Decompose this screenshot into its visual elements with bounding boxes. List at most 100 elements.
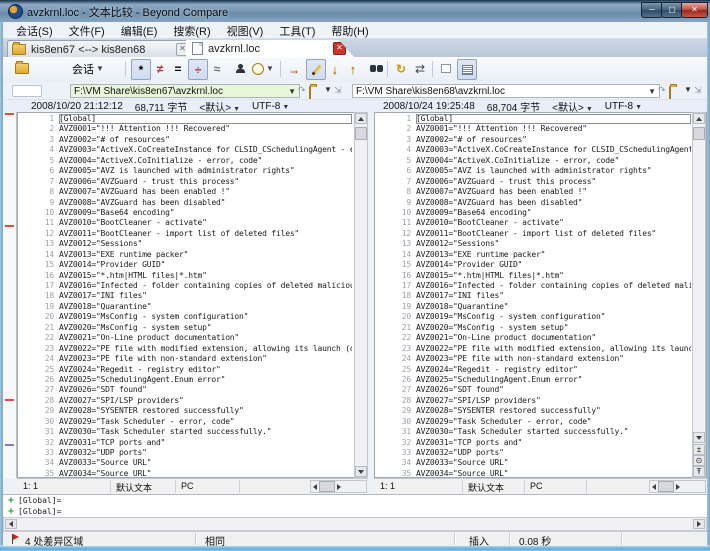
left-path-input[interactable]: F:\VM Share\kis8en67\avzkrnl.loc ▼ <box>70 84 300 98</box>
show-context-button[interactable]: ÷ <box>188 59 208 80</box>
tab-session-overview[interactable]: kis8en67 <--> kis8en68 ✕ <box>7 40 194 58</box>
left-horizontal-scrollbar[interactable] <box>310 480 367 493</box>
edit-mode-button[interactable] <box>306 59 326 80</box>
scrollbar-thumb[interactable] <box>658 481 674 492</box>
menu-item[interactable]: 会话(S) <box>9 22 60 40</box>
code-line[interactable]: 19AVZ0018="Quarantine" <box>18 302 352 312</box>
code-line[interactable]: 8AVZ0007="AVZGuard has been enabled !" <box>18 187 352 197</box>
scrollbar-thumb[interactable] <box>693 127 705 140</box>
details-horizontal-scrollbar[interactable] <box>3 517 707 531</box>
menu-item[interactable]: 帮助(H) <box>324 22 375 40</box>
menu-item[interactable]: 工具(T) <box>272 22 322 40</box>
diff-mark[interactable] <box>5 399 14 401</box>
code-line[interactable]: 27AVZ0026="SDT found" <box>18 385 352 395</box>
code-line[interactable]: 12AVZ0011="BootCleaner - import list of … <box>375 229 691 239</box>
session-menu-button[interactable]: 会话▼ <box>59 59 117 78</box>
code-line[interactable]: 30AVZ0029="Task Scheduler - error, code" <box>375 417 691 427</box>
show-differences-button[interactable]: ≠ <box>152 59 168 78</box>
left-editor-pane[interactable]: 1[Global]2AVZ0001="!!! Attention !!! Rec… <box>17 112 368 478</box>
chevron-down-icon[interactable]: ▼ <box>288 87 296 96</box>
code-line[interactable]: 34AVZ0033="Source URL" <box>375 458 691 468</box>
left-refresh-icon[interactable]: ↷ <box>298 85 306 96</box>
code-line[interactable]: 24AVZ0023="PE file with non-standard ext… <box>18 354 352 364</box>
right-editor-pane[interactable]: 1[Global]2AVZ0001="!!! Attention !!! Rec… <box>374 112 707 478</box>
tab-avzkrnl[interactable]: avzkrnl.loc ✕ <box>186 40 364 57</box>
code-line[interactable]: 21AVZ0020="MsConfig - system setup" <box>375 323 691 333</box>
copy-to-right-button[interactable]: → <box>285 59 303 78</box>
code-line[interactable]: 23AVZ0022="PE file with modified extensi… <box>375 344 691 354</box>
code-line[interactable]: 9AVZ0008="AVZGuard has been disabled" <box>375 198 691 208</box>
code-line[interactable]: 10AVZ0009="Base64 encoding" <box>375 208 691 218</box>
code-line[interactable]: 15AVZ0014="Provider GUID" <box>18 260 352 270</box>
code-line[interactable]: 34AVZ0033="Source URL" <box>18 458 352 468</box>
code-line[interactable]: 20AVZ0019="MsConfig - system configurati… <box>375 312 691 322</box>
code-line[interactable]: 29AVZ0028="SYSENTER restored successfull… <box>375 406 691 416</box>
code-line[interactable]: 14AVZ0013="EXE runtime packer" <box>375 250 691 260</box>
layout-single-button[interactable] <box>437 59 455 78</box>
code-line[interactable]: 1[Global] <box>18 114 352 124</box>
code-line[interactable]: 9AVZ0008="AVZGuard has been disabled" <box>18 198 352 208</box>
scroll-right-button[interactable] <box>693 519 705 529</box>
last-difference-button[interactable]: Ŧ <box>693 466 705 477</box>
menu-item[interactable]: 文件(F) <box>62 22 112 40</box>
right-explore-icon[interactable]: ⇲ <box>694 85 702 96</box>
code-line[interactable]: 30AVZ0029="Task Scheduler - error, code" <box>18 417 352 427</box>
format-button[interactable]: ▼ <box>251 59 275 78</box>
swap-sides-button[interactable]: ⇄ <box>411 59 429 78</box>
code-line[interactable]: 16AVZ0015="*.htm|HTML files|*.htm" <box>375 271 691 281</box>
left-encoding-select[interactable]: UTF-8▼ <box>252 101 289 112</box>
code-line[interactable]: 17AVZ0016="Infected - folder containing … <box>375 281 691 291</box>
chevron-down-icon[interactable]: ▼ <box>648 87 656 96</box>
session-toggle[interactable] <box>12 85 42 97</box>
ignore-unimportant-button[interactable]: ≈ <box>209 59 225 78</box>
menu-item[interactable]: 搜索(R) <box>166 22 217 40</box>
code-line[interactable]: 24AVZ0023="PE file with non-standard ext… <box>375 354 691 364</box>
right-horizontal-scrollbar[interactable] <box>649 480 706 493</box>
code-line[interactable]: 13AVZ0012="Sessions" <box>18 239 352 249</box>
code-line[interactable]: 17AVZ0016="Infected - folder containing … <box>18 281 352 291</box>
code-line[interactable]: 33AVZ0032="UDP ports" <box>375 448 691 458</box>
title-bar[interactable]: avzkrnl.loc - 文本比较 - Beyond Compare ─ ▢ … <box>0 0 710 22</box>
scroll-up-button[interactable] <box>355 113 367 124</box>
show-same-button[interactable]: = <box>170 59 186 78</box>
code-line[interactable]: 18AVZ0017="INI files" <box>18 291 352 301</box>
code-line[interactable]: 27AVZ0026="SDT found" <box>375 385 691 395</box>
code-line[interactable]: 21AVZ0020="MsConfig - system setup" <box>18 323 352 333</box>
code-line[interactable]: 35AVZ0034="Source URL" <box>375 469 691 477</box>
code-line[interactable]: 31AVZ0030="Task Scheduler started succes… <box>18 427 352 437</box>
code-line[interactable]: 5AVZ0004="ActiveX.CoInitialize - error, … <box>375 156 691 166</box>
tab-close-icon[interactable]: ✕ <box>333 42 346 55</box>
code-line[interactable]: 22AVZ0021="On-Line product documentation… <box>375 333 691 343</box>
diff-overview-map[interactable] <box>3 112 17 478</box>
left-browse-dropdown[interactable]: ▼ <box>324 85 332 94</box>
code-line[interactable]: 2AVZ0001="!!! Attention !!! Recovered" <box>18 124 352 134</box>
code-line[interactable]: 3AVZ0002="# of resources" <box>18 135 352 145</box>
code-line[interactable]: 1[Global] <box>375 114 691 124</box>
layout-split-button[interactable] <box>457 59 477 80</box>
menu-item[interactable]: 视图(V) <box>220 22 271 40</box>
code-line[interactable]: 6AVZ0005="AVZ is launched with administr… <box>375 166 691 176</box>
diff-mark[interactable] <box>5 113 14 115</box>
refresh-button[interactable]: ↻ <box>392 59 410 78</box>
code-line[interactable]: 13AVZ0012="Sessions" <box>375 239 691 249</box>
code-line[interactable]: 25AVZ0024="Regedit - registry editor" <box>18 365 352 375</box>
right-browse-dropdown[interactable]: ▼ <box>684 85 692 94</box>
code-line[interactable]: 28AVZ0027="SPI/LSP providers" <box>375 396 691 406</box>
code-line[interactable]: 7AVZ0006="AVZGuard - trust this process" <box>18 177 352 187</box>
find-button[interactable] <box>363 59 383 78</box>
code-line[interactable]: 4AVZ0003="ActiveX.CoCreateInstance for C… <box>18 145 352 155</box>
menu-item[interactable]: 编辑(E) <box>114 22 165 40</box>
code-line[interactable]: 11AVZ0010="BootCleaner - activate" <box>18 218 352 228</box>
code-line[interactable]: 25AVZ0024="Regedit - registry editor" <box>375 365 691 375</box>
center-difference-button[interactable]: ± <box>693 444 705 455</box>
maximize-button[interactable]: ▢ <box>661 2 683 18</box>
code-line[interactable]: 23AVZ0022="PE file with modified extensi… <box>18 344 352 354</box>
code-line[interactable]: 19AVZ0018="Quarantine" <box>375 302 691 312</box>
code-line[interactable]: 28AVZ0027="SPI/LSP providers" <box>18 396 352 406</box>
code-line[interactable]: 16AVZ0015="*.htm|HTML files|*.htm" <box>18 271 352 281</box>
left-line-ending[interactable]: PC <box>181 481 194 491</box>
code-line[interactable]: 3AVZ0002="# of resources" <box>375 135 691 145</box>
close-button[interactable]: ✕ <box>681 2 708 18</box>
detail-row[interactable]: +[Global]= <box>3 495 707 506</box>
open-session-button[interactable] <box>13 59 31 78</box>
